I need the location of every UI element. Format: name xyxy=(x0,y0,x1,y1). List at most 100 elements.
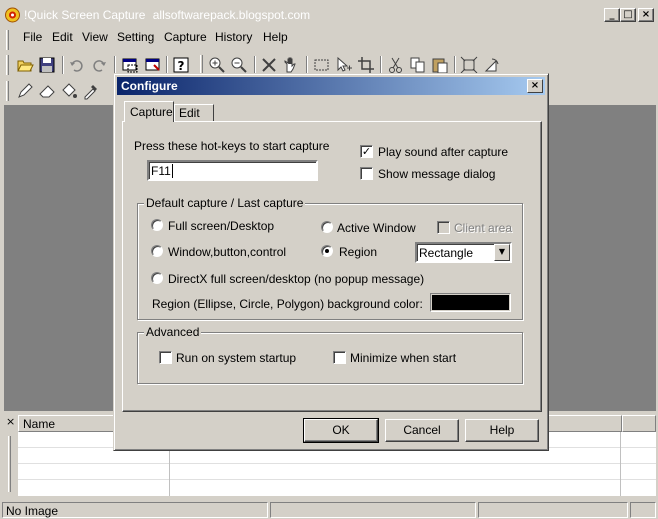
app-logo-icon xyxy=(4,6,21,23)
toolbar-grip[interactable] xyxy=(200,55,203,75)
toolbar-separator xyxy=(454,56,456,74)
capture-region-icon[interactable] xyxy=(144,56,162,74)
dialog-title: Configure xyxy=(121,79,178,93)
status-text: No Image xyxy=(6,504,59,518)
copy-icon[interactable] xyxy=(409,56,427,74)
chevron-down-icon[interactable]: ▼ xyxy=(494,244,510,261)
advanced-group-label: Advanced xyxy=(144,325,202,339)
dialog-titlebar[interactable]: Configure × xyxy=(117,77,545,95)
move-pointer-icon[interactable] xyxy=(335,56,353,74)
ok-button[interactable]: OK xyxy=(303,418,379,443)
zoom-out-icon[interactable] xyxy=(230,56,248,74)
select-rectangle-icon[interactable] xyxy=(313,56,331,74)
capture-window-icon[interactable] xyxy=(121,56,139,74)
resize-icon[interactable] xyxy=(460,56,478,74)
rotate-icon[interactable] xyxy=(483,56,501,74)
help-icon[interactable]: ? xyxy=(172,56,190,74)
menu-capture[interactable]: Capture xyxy=(164,30,207,44)
undo-icon[interactable] xyxy=(68,56,86,74)
client-area-label: Client area xyxy=(454,221,513,235)
directx-label: DirectX full screen/desktop (no popup me… xyxy=(168,272,425,286)
bg-color-label: Region (Ellipse, Circle, Polygon) backgr… xyxy=(152,297,423,311)
app-subtitle: allsoftwarepack.blogspot.com xyxy=(152,8,311,22)
toolbar-separator xyxy=(62,56,64,74)
color-picker-icon[interactable] xyxy=(82,82,100,100)
close-button[interactable]: × xyxy=(638,8,654,22)
dialog-close-button[interactable]: × xyxy=(527,79,543,93)
full-screen-radio[interactable] xyxy=(151,219,163,231)
menu-setting[interactable]: Setting xyxy=(117,30,154,44)
column-header[interactable] xyxy=(622,415,656,432)
toolbar-separator xyxy=(166,56,168,74)
toolbar-grip[interactable] xyxy=(6,81,9,101)
list-grid-line xyxy=(18,463,656,464)
status-pane xyxy=(270,502,476,518)
list-close-icon[interactable]: × xyxy=(6,415,15,428)
hand-pan-icon[interactable] xyxy=(282,56,300,74)
column-name-label: Name xyxy=(23,417,56,431)
minimize-button[interactable]: _ xyxy=(604,8,620,22)
directx-radio[interactable] xyxy=(151,272,163,284)
redo-icon[interactable] xyxy=(90,56,108,74)
region-label: Region xyxy=(339,245,378,259)
tab-edit[interactable]: Edit xyxy=(174,104,214,122)
run-startup-checkbox[interactable] xyxy=(159,351,172,364)
toolbar-grip[interactable] xyxy=(6,55,9,75)
show-message-checkbox[interactable] xyxy=(360,167,373,180)
menu-help[interactable]: Help xyxy=(263,30,288,44)
pencil-icon[interactable] xyxy=(16,82,34,100)
client-area-checkbox[interactable] xyxy=(437,221,450,234)
menubar-grip[interactable] xyxy=(6,30,9,50)
play-sound-label: Play sound after capture xyxy=(378,145,509,159)
menu-view[interactable]: View xyxy=(82,30,108,44)
cancel-button[interactable]: Cancel xyxy=(385,419,459,442)
eraser-icon[interactable] xyxy=(38,82,56,100)
main-titlebar[interactable]: !Quick Screen Capture allsoftwarepack.bl… xyxy=(0,0,658,30)
tab-capture[interactable]: Capture xyxy=(124,101,174,122)
minimize-start-checkbox[interactable] xyxy=(333,351,346,364)
paste-icon[interactable] xyxy=(431,56,449,74)
default-capture-group-label: Default capture / Last capture xyxy=(144,196,306,210)
tab-edit-label: Edit xyxy=(179,106,200,120)
configure-dialog: Configure × Capture Edit Press these hot… xyxy=(113,73,549,451)
crop-icon[interactable] xyxy=(357,56,375,74)
zoom-in-icon[interactable] xyxy=(208,56,226,74)
menu-history[interactable]: History xyxy=(215,30,252,44)
window-control-radio[interactable] xyxy=(151,245,163,257)
window-title: !Quick Screen Capture allsoftwarepack.bl… xyxy=(24,8,310,22)
bg-color-fill xyxy=(432,295,509,310)
capture-tab-panel: Press these hot-keys to start capture F1… xyxy=(122,121,542,412)
maximize-button[interactable]: □ xyxy=(620,8,636,22)
status-pane xyxy=(630,502,656,518)
help-button[interactable]: Help xyxy=(465,419,539,442)
region-radio-dot xyxy=(325,249,329,253)
svg-text:?: ? xyxy=(178,59,185,73)
play-sound-checkbox[interactable]: ✓ xyxy=(360,145,373,158)
menu-file[interactable]: File xyxy=(23,30,42,44)
open-folder-icon[interactable] xyxy=(16,56,34,74)
toolbar-separator xyxy=(380,56,382,74)
cut-icon[interactable] xyxy=(387,56,405,74)
region-shape-dropdown[interactable]: Rectangle ▼ xyxy=(415,242,512,263)
status-pane-main: No Image xyxy=(2,502,268,518)
list-grid-line xyxy=(620,432,621,496)
hotkey-label: Press these hot-keys to start capture xyxy=(134,139,330,153)
hotkey-input[interactable]: F11 xyxy=(147,160,318,181)
list-grid-line xyxy=(18,479,656,480)
bg-color-swatch[interactable] xyxy=(430,293,511,312)
menu-edit[interactable]: Edit xyxy=(52,30,73,44)
list-grip[interactable] xyxy=(4,432,18,496)
delete-icon[interactable] xyxy=(260,56,278,74)
save-icon[interactable] xyxy=(38,56,56,74)
list-grip-bar xyxy=(8,436,11,492)
text-caret xyxy=(171,164,173,178)
hotkey-value: F11 xyxy=(151,164,171,178)
fill-bucket-icon[interactable] xyxy=(60,82,78,100)
run-startup-label: Run on system startup xyxy=(176,351,297,365)
app-name: !Quick Screen Capture xyxy=(24,8,146,22)
toolbar-separator xyxy=(306,56,308,74)
status-pane xyxy=(478,502,628,518)
toolbar-separator xyxy=(254,56,256,74)
active-window-radio[interactable] xyxy=(321,221,333,233)
region-radio[interactable] xyxy=(321,245,333,257)
